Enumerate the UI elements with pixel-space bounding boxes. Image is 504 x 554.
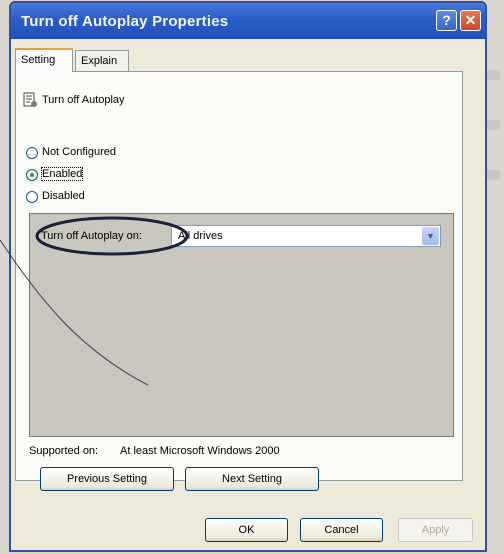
radio-circle[interactable] xyxy=(26,191,38,203)
close-button[interactable]: ✕ xyxy=(460,10,481,31)
next-setting-button[interactable]: Next Setting xyxy=(185,467,319,491)
window-title: Turn off Autoplay Properties xyxy=(21,13,229,30)
ok-button[interactable]: OK xyxy=(205,518,288,542)
radio-label: Disabled xyxy=(42,190,85,202)
previous-setting-button[interactable]: Previous Setting xyxy=(40,467,174,491)
policy-name: Turn off Autoplay xyxy=(42,94,125,106)
autoplay-option-label: Turn off Autoplay on: xyxy=(41,230,142,242)
tab-setting[interactable]: Setting xyxy=(15,48,73,72)
chevron-down-icon[interactable]: ▼ xyxy=(422,227,439,245)
radio-label: Enabled xyxy=(40,167,84,181)
radio-circle-checked[interactable] xyxy=(26,169,38,181)
supported-on-label: Supported on: xyxy=(29,445,99,457)
apply-button[interactable]: Apply xyxy=(398,518,473,542)
supported-on-value: At least Microsoft Windows 2000 xyxy=(120,445,280,457)
select-value: All drives xyxy=(178,230,223,242)
autoplay-drives-select[interactable]: All drives ▼ xyxy=(171,225,441,247)
radio-circle[interactable] xyxy=(26,147,38,159)
tab-explain[interactable]: Explain xyxy=(75,50,129,71)
cancel-button[interactable]: Cancel xyxy=(300,518,383,542)
radio-label: Not Configured xyxy=(42,146,116,158)
policy-icon xyxy=(23,92,37,107)
title-bar: Turn off Autoplay Properties ? ✕ xyxy=(11,3,485,39)
help-button[interactable]: ? xyxy=(436,10,457,31)
